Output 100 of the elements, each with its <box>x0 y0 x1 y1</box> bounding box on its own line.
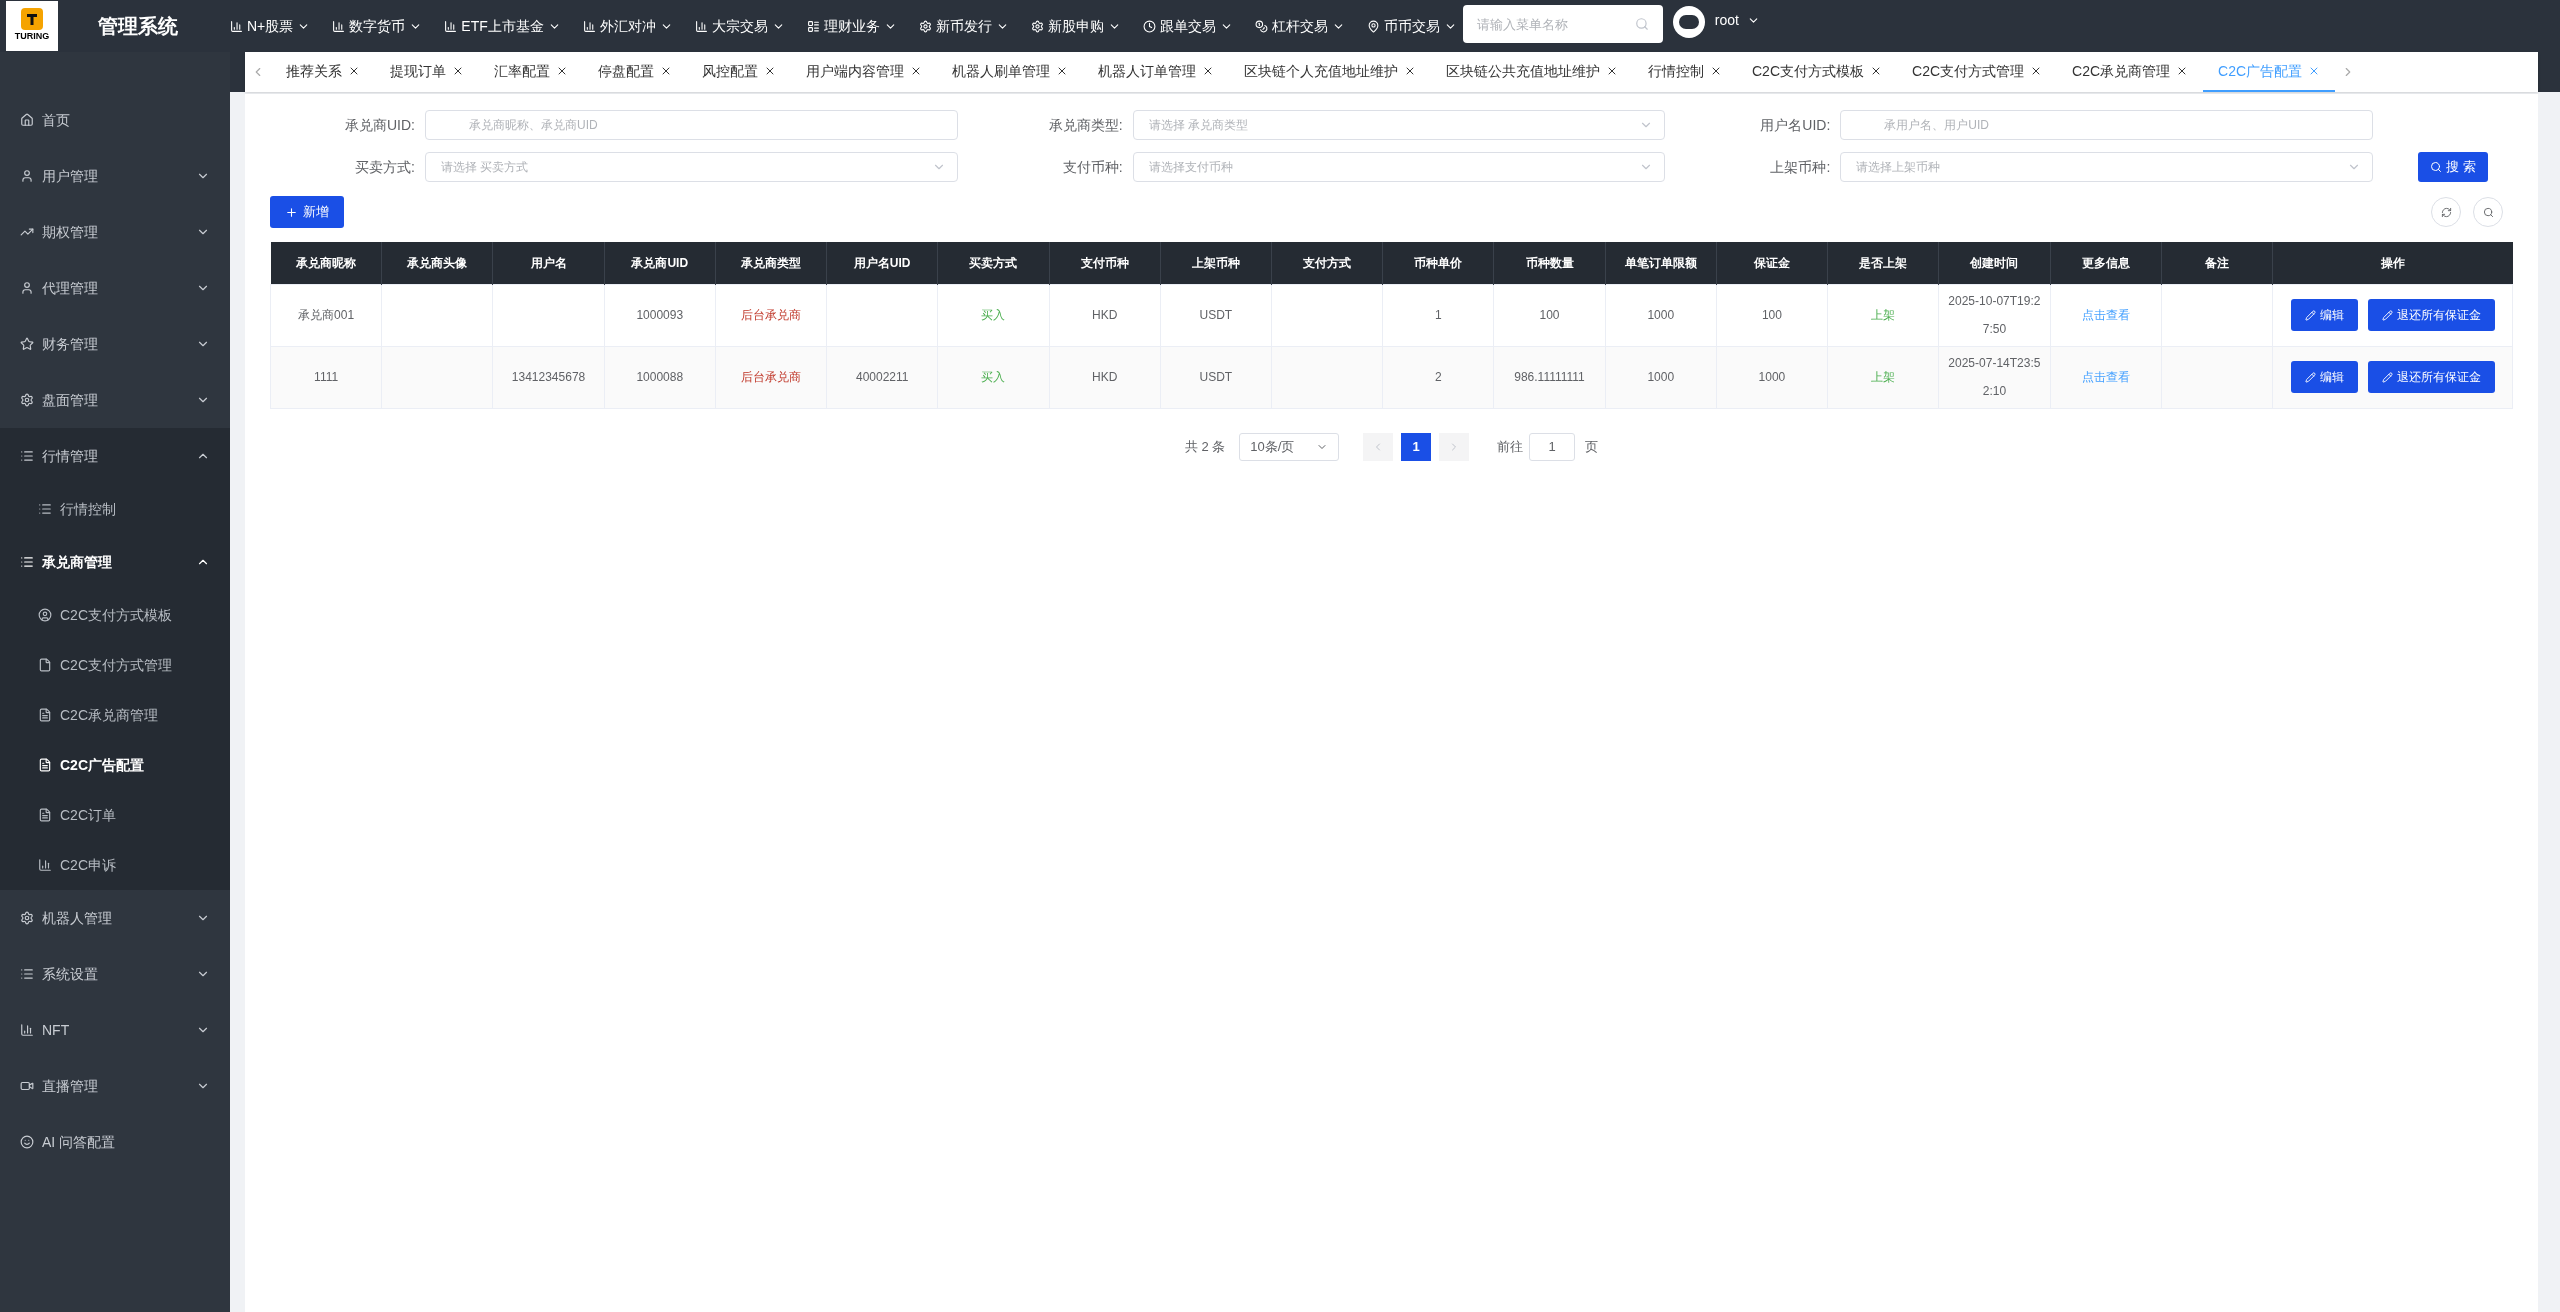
sidebar-item[interactable]: NFT <box>0 1002 230 1058</box>
page-tab[interactable]: 用户端内容管理 <box>791 52 937 92</box>
sidebar-subitem[interactable]: C2C广告配置 <box>0 740 230 790</box>
sidebar-subitem[interactable]: 行情控制 <box>0 484 230 534</box>
close-icon[interactable] <box>764 65 776 77</box>
goto-page-field[interactable]: 1 <box>1529 432 1576 461</box>
nav-menu-item[interactable]: 币币交易 <box>1366 15 1457 37</box>
table-cell: HKD <box>1091 308 1118 322</box>
nav-menu-item[interactable]: N+股票 <box>230 15 311 37</box>
menu-icon <box>20 967 34 981</box>
close-icon[interactable] <box>452 65 464 77</box>
page-tab[interactable]: 行情控制 <box>1633 52 1737 92</box>
add-button[interactable]: 新增 <box>270 196 344 228</box>
nav-menu-item[interactable]: 外汇对冲 <box>582 15 673 37</box>
sidebar-item[interactable]: 机器人管理 <box>0 890 230 946</box>
sidebar-item[interactable]: 承兑商管理 <box>0 534 230 590</box>
nav-menu-item[interactable]: 新币发行 <box>918 15 1009 37</box>
page-tab[interactable]: 风控配置 <box>687 52 791 92</box>
edit-button[interactable]: 编辑 <box>2290 361 2358 393</box>
nav-menu-item[interactable]: ETF上市基金 <box>444 15 561 37</box>
input-field[interactable]: 承兑商昵称、承兑商UID <box>425 110 958 140</box>
refund-button[interactable]: 退还所有保证金 <box>2367 361 2495 393</box>
close-icon[interactable] <box>1202 65 1214 77</box>
close-icon[interactable] <box>910 65 922 77</box>
menu-icon <box>20 1135 34 1149</box>
nav-menu-item[interactable]: 理财业务 <box>806 15 897 37</box>
sidebar-item[interactable]: AI 问答配置 <box>0 1114 230 1170</box>
sidebar-subitem[interactable]: C2C支付方式模板 <box>0 590 230 640</box>
close-icon[interactable] <box>660 65 672 77</box>
page-tab[interactable]: C2C承兑商管理 <box>2057 52 2204 92</box>
menu-icon <box>38 858 52 872</box>
table-cell: 1000 <box>1758 370 1786 384</box>
nav-menu-item[interactable]: 数字货币 <box>332 15 423 37</box>
menu-icon <box>230 19 243 33</box>
page-tab[interactable]: 区块链个人充值地址维护 <box>1229 52 1431 92</box>
menu-icon <box>20 1023 34 1037</box>
sidebar-item[interactable]: 财务管理 <box>0 316 230 372</box>
goto-label: 前往 <box>1497 437 1524 456</box>
menu-icon <box>806 19 820 33</box>
close-icon[interactable] <box>1870 65 1882 77</box>
search-icon <box>2482 206 2494 218</box>
page-tab[interactable]: 区块链公共充值地址维护 <box>1431 52 1633 92</box>
column-header: 币种单价 <box>1382 242 1494 284</box>
menu-icon <box>582 19 596 33</box>
pencil-icon <box>2381 309 2393 321</box>
column-header: 支付方式 <box>1271 242 1383 284</box>
menu-icon <box>38 658 52 672</box>
column-header: 币种数量 <box>1493 242 1606 284</box>
page-tab[interactable]: 汇率配置 <box>479 52 583 92</box>
close-icon[interactable] <box>1056 65 1068 77</box>
refund-button[interactable]: 退还所有保证金 <box>2367 299 2495 331</box>
sidebar-subitem[interactable]: C2C订单 <box>0 790 230 840</box>
close-icon[interactable] <box>1404 65 1416 77</box>
select-field[interactable]: 请选择上架币种 <box>1840 152 2373 182</box>
sidebar-subitem[interactable]: C2C支付方式管理 <box>0 640 230 690</box>
nav-menu-item[interactable]: 新股申购 <box>1030 15 1121 37</box>
menu-icon <box>1254 19 1268 33</box>
edit-button[interactable]: 编辑 <box>2290 299 2358 331</box>
close-icon[interactable] <box>1606 65 1618 77</box>
sidebar-item[interactable]: 直播管理 <box>0 1058 230 1114</box>
sidebar-subitem[interactable]: C2C承兑商管理 <box>0 690 230 740</box>
page-size-select[interactable]: 10条/页 <box>1239 432 1340 461</box>
nav-menu-item[interactable]: 跟单交易 <box>1142 15 1233 37</box>
menu-icon <box>38 608 52 622</box>
page-tab[interactable]: C2C支付方式管理 <box>1897 52 2058 92</box>
filter-label: 上架币种: <box>1769 157 1831 177</box>
page-tab[interactable]: 提现订单 <box>375 52 479 92</box>
nav-menu-item[interactable]: 杠杆交易 <box>1254 15 1345 37</box>
select-field[interactable]: 请选择 承兑商类型 <box>1132 110 1666 140</box>
table-cell: HKD <box>1091 370 1118 384</box>
select-field[interactable]: 请选择 买卖方式 <box>425 152 958 182</box>
search-button[interactable]: 搜 索 <box>2418 152 2488 182</box>
sidebar-item[interactable]: 系统设置 <box>0 946 230 1002</box>
sidebar-item[interactable]: 行情管理 <box>0 428 230 484</box>
select-field[interactable]: 请选择支付币种 <box>1132 152 1666 182</box>
logo-mark-icon <box>21 8 43 31</box>
sidebar-item[interactable]: 用户管理 <box>0 148 230 204</box>
menu-search-field[interactable]: 请输入菜单名称 <box>1462 5 1663 43</box>
page-tab[interactable]: C2C支付方式模板 <box>1737 52 1897 92</box>
sidebar-item[interactable]: 首页 <box>0 92 230 148</box>
page-tab[interactable]: 机器人刷单管理 <box>937 52 1083 92</box>
page-number[interactable]: 1 <box>1401 432 1432 461</box>
input-field[interactable]: 承用户名、用户UID <box>1840 110 2373 140</box>
user-menu[interactable]: root <box>1714 10 1760 31</box>
nav-menu-item[interactable]: 大宗交易 <box>694 15 785 37</box>
close-icon[interactable] <box>348 65 360 77</box>
close-icon[interactable] <box>556 65 568 77</box>
menu-icon <box>38 808 52 822</box>
sidebar-item[interactable]: 代理管理 <box>0 260 230 316</box>
sidebar-subitem[interactable]: C2C申诉 <box>0 840 230 890</box>
sidebar-item[interactable]: 期权管理 <box>0 204 230 260</box>
page-tab[interactable]: 停盘配置 <box>583 52 687 92</box>
close-icon[interactable] <box>1710 65 1722 77</box>
sidebar-item[interactable]: 盘面管理 <box>0 372 230 428</box>
menu-icon <box>20 555 34 569</box>
page-tab[interactable]: 机器人订单管理 <box>1083 52 1229 92</box>
filter-label: 支付币种: <box>1061 157 1123 177</box>
page-tab[interactable]: 推荐关系 <box>271 52 375 92</box>
column-header: 承兑商头像 <box>381 242 493 284</box>
table-cell: 后台承兑商 <box>741 370 801 384</box>
